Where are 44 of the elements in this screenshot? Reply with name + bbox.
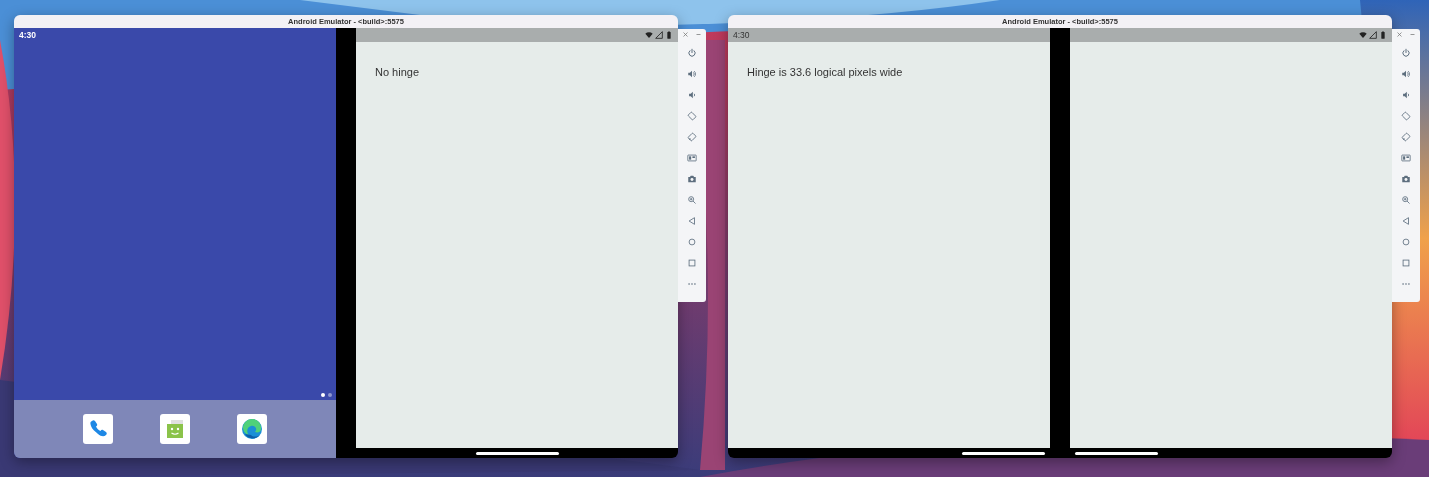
camera-icon[interactable] [687,173,697,184]
page-dot[interactable] [328,393,332,397]
power-icon[interactable] [1401,47,1411,58]
dual-screen-icon[interactable] [687,152,697,163]
power-icon[interactable] [687,47,697,58]
battery-icon [665,31,673,39]
minimize-icon[interactable] [696,32,701,37]
battery-icon [1379,31,1387,39]
wifi-icon [1359,31,1367,39]
close-icon[interactable] [683,32,688,37]
smiley-bag-icon[interactable] [160,414,190,444]
rotate-left-icon[interactable] [687,110,697,121]
rotate-right-icon[interactable] [687,131,697,142]
home-icon[interactable] [687,236,697,247]
zoom-icon[interactable] [1401,194,1411,205]
swirl-icon[interactable] [237,414,267,444]
overview-icon[interactable] [1401,257,1411,268]
home-icon[interactable] [1401,236,1411,247]
hinge-message: No hinge [375,66,420,78]
volume-down-icon[interactable] [687,89,697,100]
camera-icon[interactable] [1401,173,1411,184]
gesture-bar[interactable] [475,451,559,455]
wifi-icon [645,31,653,39]
gesture-bar[interactable] [962,451,1045,455]
overview-icon[interactable] [687,257,697,268]
signal-icon [655,31,663,39]
page-dot[interactable] [321,393,325,397]
volume-up-icon[interactable] [1401,68,1411,79]
phone-icon[interactable] [83,414,113,444]
zoom-icon[interactable] [687,194,697,205]
volume-up-icon[interactable] [687,68,697,79]
rotate-left-icon[interactable] [1401,110,1411,121]
rotate-right-icon[interactable] [1401,131,1411,142]
back-icon[interactable] [1401,215,1411,226]
close-icon[interactable] [1397,32,1402,37]
gesture-bar[interactable] [1075,451,1158,455]
signal-icon [1369,31,1377,39]
status-time: 4:30 [19,30,36,40]
minimize-icon[interactable] [1410,32,1415,37]
status-time: 4:30 [733,30,750,40]
dual-screen-icon[interactable] [1401,152,1411,163]
volume-down-icon[interactable] [1401,89,1411,100]
hinge-message: Hinge is 33.6 logical pixels wide [747,66,903,78]
back-icon[interactable] [687,215,697,226]
